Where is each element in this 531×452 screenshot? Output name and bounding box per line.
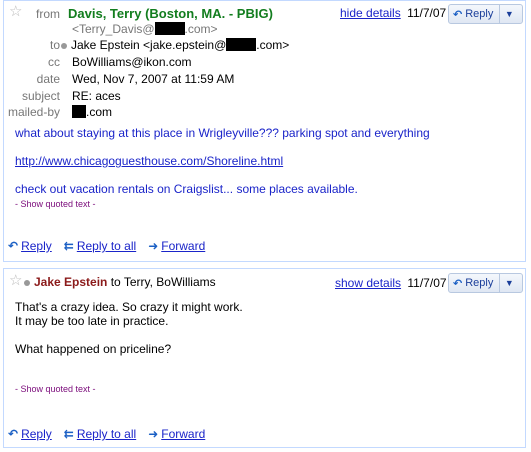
message-1: ☆ from Davis, Terry (Boston, MA. - PBIG)… <box>3 0 526 262</box>
reply-all-icon: ⇇ <box>63 239 74 253</box>
to-label: to <box>49 38 60 52</box>
star-icon[interactable]: ☆ <box>9 273 22 288</box>
footer-forward-button[interactable]: ➜ Forward <box>148 239 205 253</box>
subject-value: RE: aces <box>72 89 121 103</box>
redaction-block <box>154 22 185 35</box>
reply-button[interactable]: ↶ Reply ▼ <box>448 4 523 24</box>
body-line-1: what about staying at this place in Wrig… <box>15 126 430 140</box>
cc-label: cc <box>48 55 60 69</box>
redaction-block <box>72 105 86 118</box>
body-line-3: What happened on priceline? <box>15 342 172 356</box>
show-quoted-text-link[interactable]: - Show quoted text - <box>15 384 96 394</box>
chevron-down-icon[interactable]: ▼ <box>500 9 518 19</box>
reply-icon: ↶ <box>8 239 19 253</box>
hide-details-link[interactable]: hide details <box>340 6 401 20</box>
reply-arrow-icon: ↶ <box>453 277 463 290</box>
mailedby-label: mailed-by <box>7 105 60 119</box>
date-value: Wed, Nov 7, 2007 at 11:59 AM <box>72 72 235 86</box>
footer-reply-button[interactable]: ↶ Reply <box>8 427 52 441</box>
sender-email: <Terry_Davis@ .com> <box>72 22 218 36</box>
reply-all-icon: ⇇ <box>63 427 74 441</box>
footer-reply-button[interactable]: ↶ Reply <box>8 239 52 253</box>
footer-reply-all-button[interactable]: ⇇ Reply to all <box>64 427 136 441</box>
date-label: date <box>36 72 60 86</box>
chevron-down-icon[interactable]: ▼ <box>500 278 518 288</box>
reply-arrow-icon: ↶ <box>453 8 463 21</box>
message-2-header: Jake Epstein to Terry, BoWilliams <box>24 275 216 289</box>
message-footer: ↶ Reply ⇇ Reply to all ➜ Forward <box>8 427 217 441</box>
message-date: 11/7/07 <box>407 276 447 290</box>
recipients: to Terry, BoWilliams <box>110 275 216 289</box>
from-label: from <box>36 7 60 21</box>
forward-icon: ➜ <box>148 427 159 441</box>
footer-forward-button[interactable]: ➜ Forward <box>148 427 205 441</box>
message-2: ☆ Jake Epstein to Terry, BoWilliams show… <box>3 268 526 448</box>
forward-icon: ➜ <box>148 239 159 253</box>
redaction-block <box>226 38 257 51</box>
mailedby-value: .com <box>72 105 112 119</box>
show-details-link[interactable]: show details <box>335 276 401 290</box>
message-footer: ↶ Reply ⇇ Reply to all ➜ Forward <box>8 239 217 253</box>
subject-label: subject <box>21 89 60 103</box>
sender-name[interactable]: Jake Epstein <box>34 275 107 289</box>
cc-value: BoWilliams@ikon.com <box>72 55 192 69</box>
to-value: Jake Epstein <jake.epstein@ .com> <box>61 38 289 52</box>
body-link[interactable]: http://www.chicagoguesthouse.com/Shoreli… <box>15 154 283 168</box>
sender-name[interactable]: Davis, Terry (Boston, MA. - PBIG) <box>68 6 273 21</box>
reply-button[interactable]: ↶ Reply ▼ <box>448 273 523 293</box>
status-dot-icon <box>24 280 30 286</box>
reply-icon: ↶ <box>8 427 19 441</box>
message-date: 11/7/07 <box>407 6 447 20</box>
footer-reply-all-button[interactable]: ⇇ Reply to all <box>64 239 136 253</box>
body-line-2: check out vacation rentals on Craigslist… <box>15 182 358 196</box>
body-line-1: That's a crazy idea. So crazy it might w… <box>15 300 243 314</box>
status-dot-icon <box>61 43 67 49</box>
body-line-2: It may be too late in practice. <box>15 314 169 328</box>
show-quoted-text-link[interactable]: - Show quoted text - <box>15 199 96 209</box>
